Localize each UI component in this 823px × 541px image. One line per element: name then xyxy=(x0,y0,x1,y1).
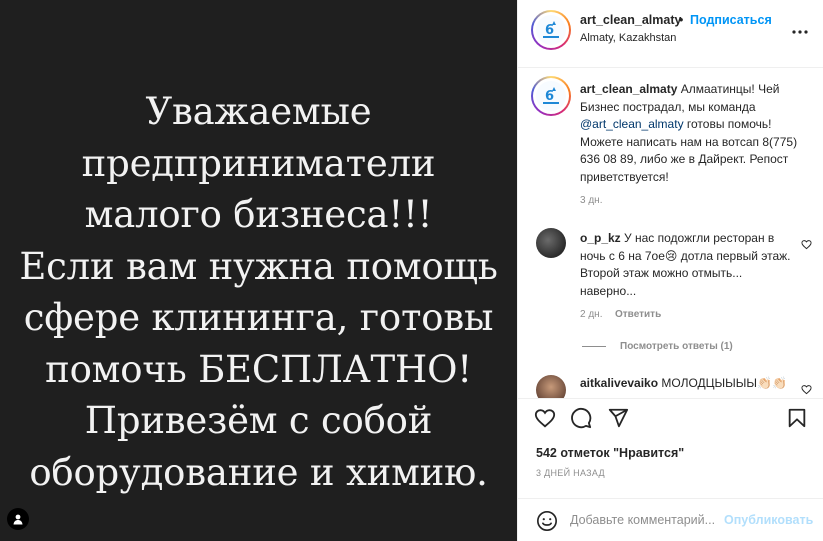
caption-username[interactable]: art_clean_almaty xyxy=(580,82,677,96)
avatar[interactable] xyxy=(536,375,566,398)
image-line: оборудование и химию. xyxy=(29,450,488,494)
comment-input[interactable] xyxy=(570,509,720,531)
emoji-icon[interactable] xyxy=(536,510,558,532)
post-side-panel: 6 art_clean_almaty • Подписаться Almaty,… xyxy=(517,0,823,541)
post-image-text: Уважаемые предприниматели малого бизнеса… xyxy=(0,86,517,498)
image-line: Уважаемые xyxy=(145,90,372,133)
comment-text: aitkalivevaiko МОЛОДЦЫЫЫЫ👏🏻👏🏻 xyxy=(580,375,792,393)
image-line: Привезём с собой xyxy=(84,399,433,442)
image-line: предприниматели xyxy=(81,141,436,185)
post-media[interactable]: Уважаемые предприниматели малого бизнеса… xyxy=(0,0,517,541)
like-comment-heart-icon[interactable] xyxy=(801,382,812,395)
likes-count[interactable]: 542 отметок "Нравится" xyxy=(536,446,684,460)
post-date[interactable]: 3 ДНЕЙ НАЗАД xyxy=(536,468,605,478)
image-line: малого бизнеса!!! xyxy=(84,193,433,236)
image-line: сфере клининга, готовы xyxy=(23,296,494,339)
image-line: Если вам нужна помощь xyxy=(19,244,498,288)
mention-link[interactable]: @art_clean_almaty xyxy=(580,117,684,131)
post-actions xyxy=(518,398,823,438)
comment-time[interactable]: 2 дн. xyxy=(580,309,602,320)
like-comment-heart-icon[interactable] xyxy=(801,237,812,250)
svg-text:6: 6 xyxy=(545,89,554,104)
comments-section[interactable]: 6 art_clean_almaty Алмаатинцы! Чей Бизне… xyxy=(518,69,823,398)
avatar[interactable] xyxy=(536,228,566,258)
divider-line xyxy=(582,346,606,347)
image-line: помочь БЕСПЛАТНО! xyxy=(45,347,472,391)
post-caption: art_clean_almaty Алмаатинцы! Чей Бизнес … xyxy=(580,81,805,186)
comment-bubble-icon[interactable] xyxy=(570,407,592,429)
view-replies-button[interactable]: Посмотреть ответы (1) xyxy=(582,341,733,352)
follow-button[interactable]: Подписаться xyxy=(690,13,772,27)
caption-time[interactable]: 3 дн. xyxy=(580,195,602,206)
reply-button[interactable]: Ответить xyxy=(615,309,661,320)
comment-username[interactable]: aitkalivevaiko xyxy=(580,376,658,390)
location-link[interactable]: Almaty, Kazakhstan xyxy=(580,32,676,44)
view-replies-label: Посмотреть ответы (1) xyxy=(620,341,733,352)
comment-username[interactable]: o_p_kz xyxy=(580,231,621,245)
brand-logo-icon: 6 xyxy=(536,15,566,45)
comment-body: МОЛОДЦЫЫЫЫ👏🏻👏🏻 xyxy=(658,376,787,390)
avatar[interactable]: 6 xyxy=(531,10,571,50)
user-tag-icon[interactable] xyxy=(7,508,29,530)
like-heart-icon[interactable] xyxy=(534,407,556,429)
post-header: 6 art_clean_almaty • Подписаться Almaty,… xyxy=(518,0,823,68)
brand-logo-icon: 6 xyxy=(536,81,566,111)
more-options-icon[interactable] xyxy=(790,22,810,42)
header-username[interactable]: art_clean_almaty xyxy=(580,13,681,27)
bookmark-icon[interactable] xyxy=(786,407,808,429)
avatar[interactable]: 6 xyxy=(531,76,571,116)
comment-text: o_p_kz У нас подожгли ресторан в ночь с … xyxy=(580,230,792,300)
publish-button[interactable]: Опубликовать xyxy=(724,513,813,527)
add-comment-bar: Опубликовать xyxy=(518,498,823,541)
svg-text:6: 6 xyxy=(545,23,554,38)
share-paper-plane-icon[interactable] xyxy=(607,407,629,429)
separator-dot: • xyxy=(679,13,684,27)
